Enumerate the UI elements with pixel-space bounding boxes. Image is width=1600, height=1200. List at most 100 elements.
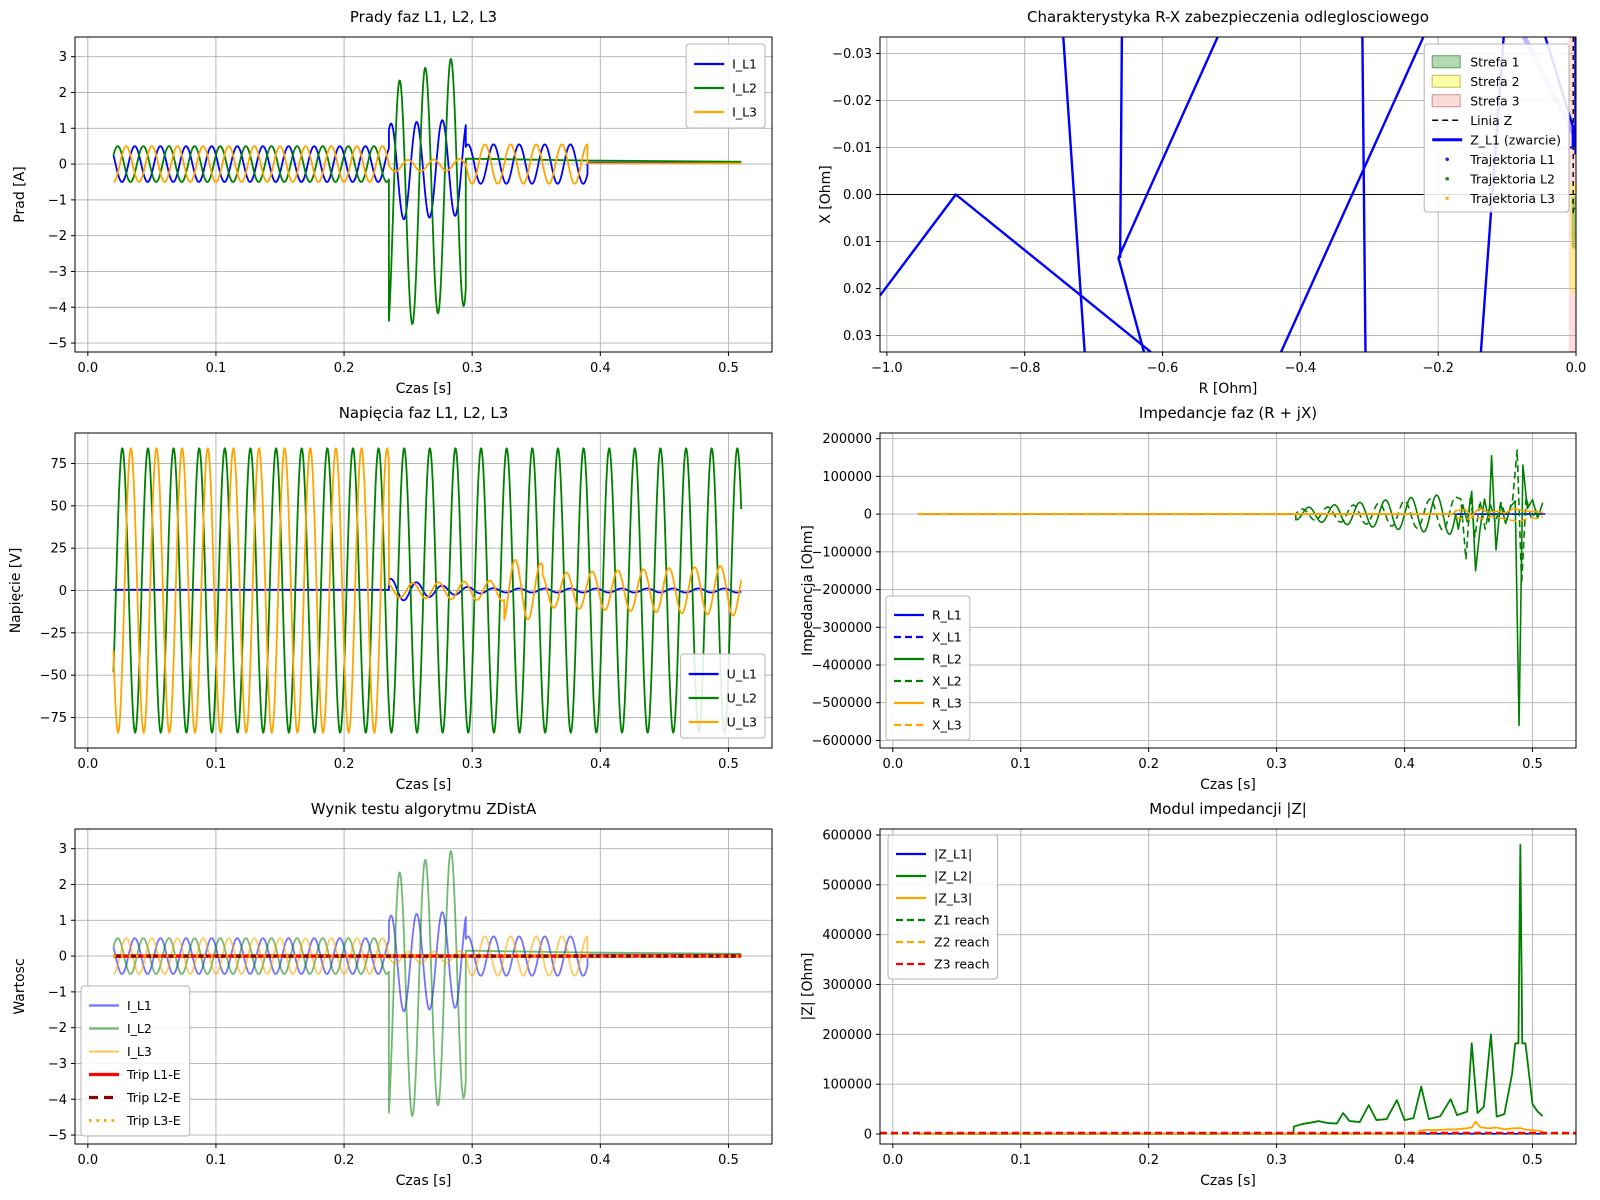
legend-label: Z_L1 (zwarcie) xyxy=(1470,132,1561,147)
x-tick-label: −0.2 xyxy=(1422,361,1454,376)
y-tick-label: 0.02 xyxy=(843,282,872,297)
chart-panel-rx: −1.0−0.8−0.6−0.4−0.20.0−0.03−0.02−0.010.… xyxy=(800,0,1600,396)
x-tick-label: −0.4 xyxy=(1285,361,1317,376)
trajektoria-l1-dot xyxy=(1572,134,1575,137)
y-tick-label: 0 xyxy=(59,584,67,599)
x-tick-label: 0.3 xyxy=(1266,757,1287,772)
legend-marker-trajektoria-l3 xyxy=(1445,196,1449,200)
x-tick-label: 0.4 xyxy=(590,1153,611,1168)
series-i-l1 xyxy=(113,912,741,1011)
x-tick-label: 0.4 xyxy=(590,361,611,376)
legend-label: |Z_L2| xyxy=(934,869,972,884)
legend-label: Z1 reach xyxy=(934,913,990,928)
legend-label: U_L3 xyxy=(727,715,757,730)
x-tick-label: 0.3 xyxy=(462,361,483,376)
legend-label: Trajektoria L2 xyxy=(1469,171,1555,186)
y-tick-label: 2 xyxy=(59,878,67,893)
legend: U_L1 U_L2 U_L3 xyxy=(681,654,765,738)
y-tick-label: −600000 xyxy=(811,734,872,749)
y-tick-label: −200000 xyxy=(811,583,872,598)
x-tick-label: 0.0 xyxy=(882,757,903,772)
legend-label: Trip L2-E xyxy=(126,1090,181,1105)
y-axis-label: X [Ohm] xyxy=(818,165,834,224)
series--z-l2- xyxy=(918,845,1542,1134)
y-tick-label: 100000 xyxy=(822,470,872,485)
x-axis-label: Czas [s] xyxy=(396,777,452,792)
legend-label: I_L1 xyxy=(127,998,152,1013)
legend-label: Strefa 1 xyxy=(1470,54,1519,69)
x-tick-label: 0.4 xyxy=(1394,1153,1415,1168)
x-tick-label: 0.1 xyxy=(206,361,227,376)
y-tick-label: 300000 xyxy=(822,978,872,993)
y-tick-label: 500000 xyxy=(822,878,872,893)
trajectory-segment xyxy=(880,195,1151,353)
legend-label: I_L3 xyxy=(127,1044,152,1059)
y-tick-label: 200000 xyxy=(822,432,872,447)
y-tick-label: −4 xyxy=(48,1093,67,1108)
panel-title: Napięcia faz L1, L2, L3 xyxy=(339,404,509,422)
y-tick-label: 200000 xyxy=(822,1028,872,1043)
legend-label: Trajektoria L1 xyxy=(1469,152,1555,167)
series-i-l1 xyxy=(113,120,741,219)
x-tick-label: 0.2 xyxy=(1138,1153,1159,1168)
panel-title: Prady faz L1, L2, L3 xyxy=(350,8,497,26)
legend-label: I_L2 xyxy=(127,1021,152,1036)
panel-title: Wynik testu algorytmu ZDistA xyxy=(311,800,537,818)
legend-label: X_L2 xyxy=(932,674,962,689)
x-tick-label: −0.6 xyxy=(1147,361,1179,376)
y-tick-label: −0.01 xyxy=(832,141,872,156)
x-tick-label: 0.5 xyxy=(718,1153,739,1168)
x-tick-label: 0.2 xyxy=(334,1153,355,1168)
y-axis-label: Impedancja [Ohm] xyxy=(800,525,816,656)
x-tick-label: 0.5 xyxy=(1522,757,1543,772)
legend-swatch-strefa-2 xyxy=(1432,75,1460,87)
y-axis-label: Napięcie [V] xyxy=(8,548,24,634)
y-tick-label: −50 xyxy=(40,669,67,684)
x-tick-label: 0.4 xyxy=(1394,757,1415,772)
x-tick-label: 0.1 xyxy=(1010,757,1031,772)
chart-panel-prady: 0.00.10.20.30.40.5−5−4−3−2−10123Prady fa… xyxy=(0,0,800,396)
legend-label: Trip L1-E xyxy=(126,1067,181,1082)
x-tick-label: 0.1 xyxy=(206,757,227,772)
x-tick-label: 0.3 xyxy=(1266,1153,1287,1168)
x-axis-label: Czas [s] xyxy=(1200,777,1256,792)
panel-title: Impedancje faz (R + jX) xyxy=(1139,404,1317,422)
legend-label: Linia Z xyxy=(1470,113,1512,128)
chart-panel-napiecia: 0.00.10.20.30.40.5−75−50−250255075Napięc… xyxy=(0,396,800,792)
legend-label: R_L1 xyxy=(932,608,962,623)
trajectory-segment xyxy=(1120,37,1122,258)
y-tick-label: 0 xyxy=(864,508,872,523)
x-tick-label: 0.4 xyxy=(590,757,611,772)
y-tick-label: 1 xyxy=(59,122,67,137)
legend-label: R_L2 xyxy=(932,652,962,667)
panel-title: Charakterystyka R-X zabezpieczenia odleg… xyxy=(1027,8,1429,26)
x-tick-label: 0.0 xyxy=(77,361,98,376)
legend-marker-trajektoria-l2 xyxy=(1445,177,1449,181)
y-tick-label: −2 xyxy=(48,229,67,244)
y-tick-label: 0.03 xyxy=(843,329,872,344)
axes-frame xyxy=(880,433,1576,748)
x-tick-label: 0.2 xyxy=(334,361,355,376)
y-tick-label: −3 xyxy=(48,1057,67,1072)
y-tick-label: −4 xyxy=(48,301,67,316)
y-tick-label: −5 xyxy=(48,337,67,352)
y-tick-label: −1 xyxy=(48,985,67,1000)
x-tick-label: 0.1 xyxy=(206,1153,227,1168)
figure-canvas: 0.00.10.20.30.40.5−5−4−3−2−10123Prady fa… xyxy=(0,0,1600,1200)
x-tick-label: 0.2 xyxy=(1138,757,1159,772)
legend: I_L1I_L2I_L3 xyxy=(686,44,765,128)
legend-label: |Z_L1| xyxy=(934,847,972,862)
legend-label: Z3 reach xyxy=(934,957,990,972)
legend-label: U_L2 xyxy=(727,691,757,706)
legend-label: U_L1 xyxy=(727,667,757,682)
x-tick-label: 0.0 xyxy=(1566,361,1587,376)
y-tick-label: −3 xyxy=(48,265,67,280)
y-tick-label: 0 xyxy=(864,1128,872,1143)
y-axis-label: Wartosc xyxy=(12,958,28,1014)
grid xyxy=(880,433,1576,748)
y-tick-label: 75 xyxy=(50,457,67,472)
y-tick-label: −5 xyxy=(48,1129,67,1144)
y-tick-label: 0.01 xyxy=(843,235,872,250)
x-axis-label: Czas [s] xyxy=(396,381,452,396)
y-tick-label: −1 xyxy=(48,193,67,208)
